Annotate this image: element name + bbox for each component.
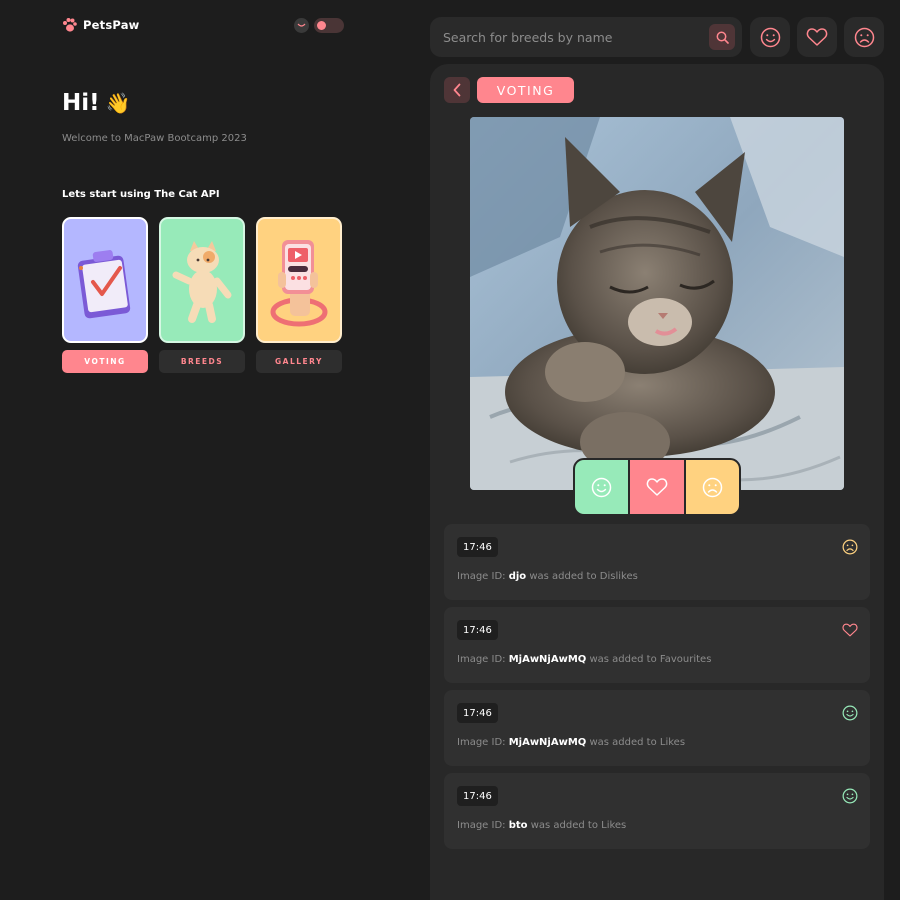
paw-icon [63,18,77,32]
user-action-log: 17:46 Image ID: djo was added to Dislike… [444,524,870,849]
gallery-illustration[interactable] [256,217,342,343]
log-image-id: djo [508,571,527,582]
log-suffix: was added to Likes [530,820,627,831]
chevron-left-icon [453,83,461,97]
theme-switch[interactable] [314,18,344,33]
sad-icon [854,27,874,47]
log-time: 17:46 [457,786,498,806]
voting-illustration[interactable] [62,217,148,343]
cat-photo [470,117,844,490]
log-prefix: Image ID: [457,654,506,665]
log-suffix: was added to Favourites [589,654,712,665]
breadcrumb-voting: VOTING [477,77,574,103]
back-button[interactable] [444,77,470,103]
wave-icon: 👋 [105,91,131,115]
clipboard-icon [77,250,131,319]
log-item: 17:46 Image ID: bto was added to Likes [444,773,870,849]
sad-icon [702,477,723,497]
log-prefix: Image ID: [457,571,506,582]
smile-icon [842,788,858,804]
log-suffix: was added to Dislikes [529,571,638,582]
voting-panel: VOTING 17:46 Image ID: djo was added to … [430,64,884,900]
log-image-id: MjAwNjAwMQ [508,654,587,665]
favourite-button[interactable] [630,460,686,514]
vote-buttons [573,458,741,516]
heart-icon [806,28,828,46]
log-item: 17:46 Image ID: MjAwNjAwMQ was added to … [444,690,870,766]
smile-icon [760,27,780,47]
voting-card[interactable]: VOTING [62,217,148,373]
log-item: 17:46 Image ID: djo was added to Dislike… [444,524,870,600]
log-image-id: bto [508,820,528,831]
log-text: Image ID: MjAwNjAwMQ was added to Likes [457,737,685,748]
log-suffix: was added to Likes [589,737,686,748]
breeds-card[interactable]: BREEDS [159,217,245,373]
smile-icon [842,705,858,721]
greeting-title: Hi! [62,90,100,116]
likes-nav-button[interactable] [750,17,790,57]
heart-icon [646,478,668,496]
search-bar [430,17,742,57]
greeting: Hi! 👋 [62,90,131,116]
log-item: 17:46 Image ID: MjAwNjAwMQ was added to … [444,607,870,683]
search-button[interactable] [709,24,735,50]
log-prefix: Image ID: [457,820,506,831]
log-time: 17:46 [457,703,498,723]
closed-eye-icon [294,18,309,33]
log-image-id: MjAwNjAwMQ [508,737,587,748]
breeds-illustration[interactable] [159,217,245,343]
gallery-button[interactable]: GALLERY [256,350,342,373]
log-text: Image ID: djo was added to Dislikes [457,571,638,582]
voting-button[interactable]: VOTING [62,350,148,373]
logo[interactable]: PetsPaw [62,17,139,33]
favourites-nav-button[interactable] [797,17,837,57]
log-prefix: Image ID: [457,737,506,748]
log-time: 17:46 [457,537,498,557]
heart-icon [842,623,858,637]
like-button[interactable] [575,460,631,514]
switch-knob [317,21,326,30]
gallery-card[interactable]: GALLERY [256,217,342,373]
theme-toggle[interactable] [294,18,344,33]
nav-cards: VOTING BREEDS GALLERY [62,217,342,373]
phone-in-hand-icon [270,240,328,327]
sleeping-kitten-photo [470,117,844,490]
log-text: Image ID: MjAwNjAwMQ was added to Favour… [457,654,711,665]
dislike-button[interactable] [685,460,739,514]
toy-cat-icon [172,241,232,323]
dislikes-nav-button[interactable] [844,17,884,57]
search-icon [716,31,729,44]
log-time: 17:46 [457,620,498,640]
welcome-text: Welcome to MacPaw Bootcamp 2023 [62,133,247,144]
logo-text: PetsPaw [83,18,140,32]
smile-icon [591,477,612,497]
breeds-button[interactable]: BREEDS [159,350,245,373]
search-input[interactable] [443,29,709,45]
sad-icon [842,539,858,555]
log-text: Image ID: bto was added to Likes [457,820,626,831]
section-subhead: Lets start using The Cat API [62,189,220,200]
